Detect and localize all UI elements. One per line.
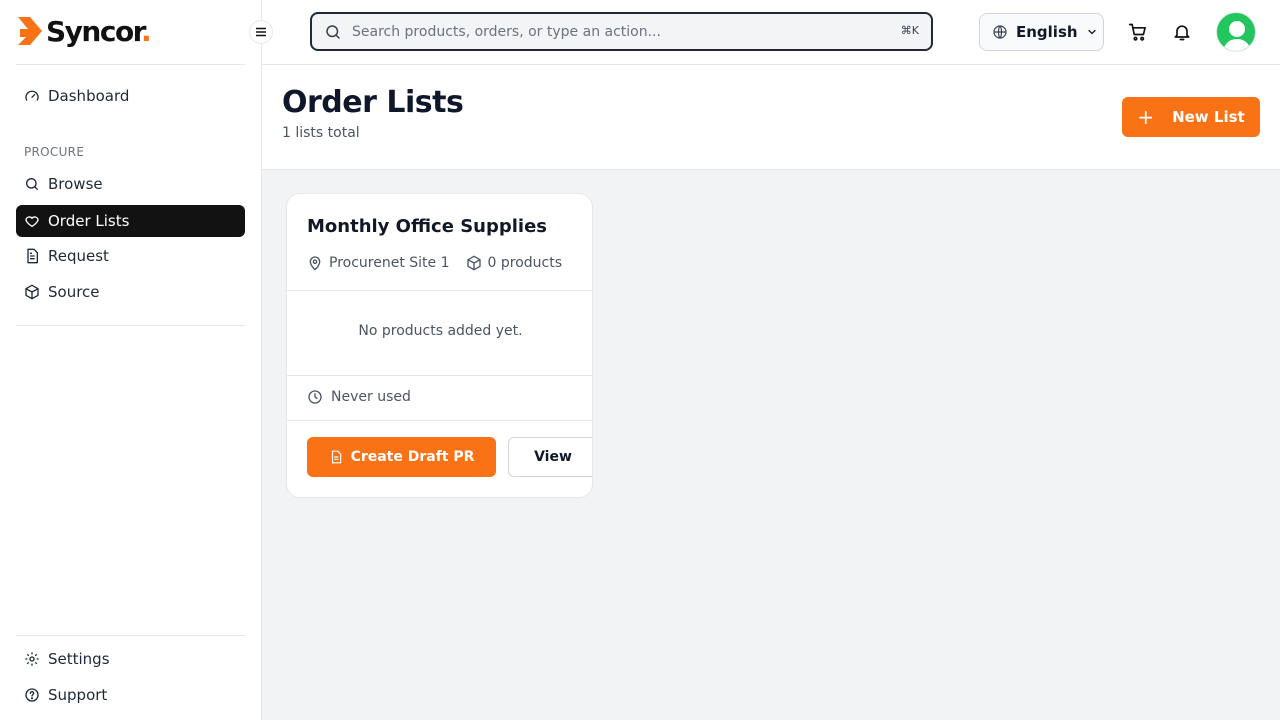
cart-icon[interactable]	[1126, 20, 1150, 44]
plus-icon: +	[1137, 105, 1155, 129]
sidebar-item-dashboard[interactable]: Dashboard	[16, 80, 245, 112]
section-label-procure: PROCURE	[24, 145, 85, 159]
sidebar-item-order-lists[interactable]: Order Lists	[16, 205, 245, 237]
clock-icon	[307, 389, 323, 405]
brand-logo[interactable]: Syncor.	[16, 14, 152, 50]
chevron-down-icon	[1086, 26, 1098, 38]
search-icon	[324, 23, 342, 41]
gauge-icon	[24, 88, 40, 104]
sidebar-item-source[interactable]: Source	[16, 276, 245, 308]
language-selector[interactable]: English	[979, 13, 1104, 51]
sidebar-item-label: Request	[48, 247, 109, 265]
sidebar-divider	[16, 325, 245, 326]
create-draft-pr-button[interactable]: Create Draft PR	[307, 437, 496, 477]
card-divider	[287, 420, 592, 421]
sidebar-item-settings[interactable]: Settings	[16, 643, 245, 675]
brand-name: Syncor.	[46, 15, 152, 48]
search-shortcut-hint: ⌘K	[900, 24, 919, 37]
bell-icon[interactable]	[1170, 20, 1194, 44]
logo-mark-icon	[16, 15, 44, 49]
package-icon	[466, 255, 482, 271]
map-pin-icon	[307, 255, 323, 271]
new-list-label: New List	[1172, 108, 1245, 126]
order-list-title: Monthly Office Supplies	[307, 216, 548, 237]
page-header: Order Lists 1 lists total + New List	[262, 65, 1280, 170]
gear-icon	[24, 651, 40, 667]
globe-icon	[992, 24, 1008, 40]
sidebar-item-label: Dashboard	[48, 87, 130, 105]
order-list-site: Procurenet Site 1	[329, 255, 450, 271]
search-icon	[24, 176, 40, 192]
card-divider	[287, 375, 592, 376]
sidebar-item-label: Source	[48, 283, 100, 301]
last-used-status: Never used	[307, 389, 411, 405]
language-label: English	[1016, 23, 1078, 41]
sidebar-item-label: Support	[48, 686, 108, 704]
heart-icon	[24, 213, 40, 229]
order-list-meta: Procurenet Site 1 0 products	[307, 255, 562, 271]
view-list-button[interactable]: View	[508, 437, 592, 477]
document-icon	[24, 248, 40, 264]
user-icon	[1223, 21, 1251, 51]
sidebar-item-label: Browse	[48, 175, 103, 193]
sidebar-divider	[16, 64, 245, 65]
top-bar: ⌘K English	[262, 0, 1280, 65]
document-icon	[329, 450, 343, 464]
help-icon	[24, 687, 40, 703]
sidebar-item-support[interactable]: Support	[16, 679, 245, 711]
card-divider	[287, 290, 592, 291]
lists-count: 1 lists total	[282, 125, 360, 141]
search-input[interactable]	[352, 23, 872, 40]
order-list-product-count: 0 products	[487, 255, 563, 271]
create-draft-pr-label: Create Draft PR	[350, 449, 475, 465]
package-icon	[24, 284, 40, 300]
sidebar-item-browse[interactable]: Browse	[16, 168, 245, 200]
sidebar-item-label: Order Lists	[48, 212, 130, 230]
sidebar: Syncor. Dashboard PROCURE Browse Order L…	[0, 0, 262, 720]
last-used-label: Never used	[331, 389, 411, 405]
menu-icon	[256, 27, 266, 37]
sidebar-item-label: Settings	[48, 650, 110, 668]
sidebar-item-request[interactable]: Request	[16, 240, 245, 272]
new-list-button[interactable]: + New List	[1122, 97, 1260, 137]
page-title: Order Lists	[282, 85, 464, 120]
user-avatar[interactable]	[1216, 12, 1256, 52]
sidebar-toggle-button[interactable]	[249, 20, 273, 44]
empty-products-message: No products added yet.	[358, 323, 523, 339]
sidebar-divider	[16, 635, 245, 636]
search-box[interactable]: ⌘K	[310, 12, 933, 51]
order-list-card: Monthly Office Supplies Procurenet Site …	[286, 193, 593, 498]
